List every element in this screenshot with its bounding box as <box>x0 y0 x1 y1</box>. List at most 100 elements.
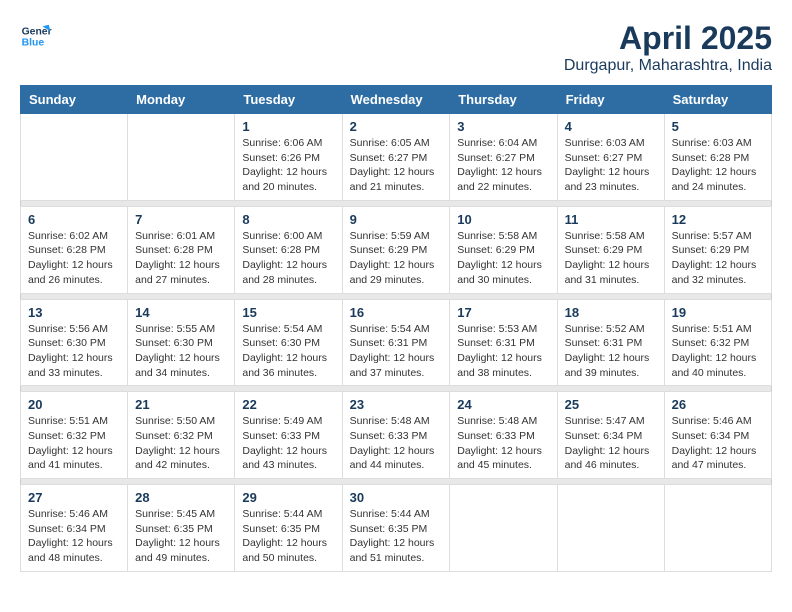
day-number: 29 <box>242 490 334 505</box>
calendar-cell: 25 Sunrise: 5:47 AMSunset: 6:34 PMDayligh… <box>557 392 664 479</box>
calendar-cell <box>557 485 664 572</box>
calendar-cell: 11Sunrise: 5:58 AMSunset: 6:29 PMDayligh… <box>557 206 664 293</box>
cell-info: Sunrise: 5:52 AMSunset: 6:31 PMDaylight:… <box>565 322 657 381</box>
cell-info: Sunrise: 5:50 AMSunset: 6:32 PMDaylight:… <box>135 414 227 473</box>
cell-info: Sunrise: 5:48 AMSunset: 6:33 PMDaylight:… <box>350 414 443 473</box>
calendar-cell: 23 Sunrise: 5:48 AMSunset: 6:33 PMDayligh… <box>342 392 450 479</box>
calendar-cell: 2Sunrise: 6:05 AMSunset: 6:27 PMDaylight… <box>342 114 450 201</box>
calendar-cell: 5 Sunrise: 6:03 AMSunset: 6:28 PMDaylight… <box>664 114 771 201</box>
calendar-cell: 28Sunrise: 5:45 AMSunset: 6:35 PMDayligh… <box>128 485 235 572</box>
calendar-week-row: 20Sunrise: 5:51 AMSunset: 6:32 PMDayligh… <box>21 392 772 479</box>
calendar-cell: 20Sunrise: 5:51 AMSunset: 6:32 PMDayligh… <box>21 392 128 479</box>
calendar-cell <box>664 485 771 572</box>
day-number: 4 <box>565 119 657 134</box>
calendar-cell: 30 Sunrise: 5:44 AMSunset: 6:35 PMDayligh… <box>342 485 450 572</box>
day-number: 16 <box>350 305 443 320</box>
cell-info: Sunrise: 5:54 AMSunset: 6:30 PMDaylight:… <box>242 322 334 381</box>
calendar-cell: 26 Sunrise: 5:46 AMSunset: 6:34 PMDayligh… <box>664 392 771 479</box>
cell-info: Sunrise: 5:57 AMSunset: 6:29 PMDaylight:… <box>672 229 764 288</box>
weekday-header-monday: Monday <box>128 86 235 114</box>
calendar-cell: 10 Sunrise: 5:58 AMSunset: 6:29 PMDayligh… <box>450 206 557 293</box>
calendar-cell: 1 Sunrise: 6:06 AMSunset: 6:26 PMDaylight… <box>235 114 342 201</box>
day-number: 19 <box>672 305 764 320</box>
calendar-week-row: 13Sunrise: 5:56 AMSunset: 6:30 PMDayligh… <box>21 299 772 386</box>
calendar-cell: 19 Sunrise: 5:51 AMSunset: 6:32 PMDayligh… <box>664 299 771 386</box>
weekday-header-wednesday: Wednesday <box>342 86 450 114</box>
calendar-cell: 13Sunrise: 5:56 AMSunset: 6:30 PMDayligh… <box>21 299 128 386</box>
calendar-cell: 22 Sunrise: 5:49 AMSunset: 6:33 PMDayligh… <box>235 392 342 479</box>
weekday-header-sunday: Sunday <box>21 86 128 114</box>
location-title: Durgapur, Maharashtra, India <box>564 57 772 75</box>
day-number: 8 <box>242 212 334 227</box>
day-number: 11 <box>565 212 657 227</box>
day-number: 15 <box>242 305 334 320</box>
day-number: 14 <box>135 305 227 320</box>
cell-info: Sunrise: 5:51 AMSunset: 6:32 PMDaylight:… <box>672 322 764 381</box>
cell-info: Sunrise: 5:54 AMSunset: 6:31 PMDaylight:… <box>350 322 443 381</box>
weekday-header-friday: Friday <box>557 86 664 114</box>
calendar-cell: 15 Sunrise: 5:54 AMSunset: 6:30 PMDayligh… <box>235 299 342 386</box>
cell-info: Sunrise: 5:56 AMSunset: 6:30 PMDaylight:… <box>28 322 120 381</box>
day-number: 23 <box>350 397 443 412</box>
month-title: April 2025 <box>564 20 772 57</box>
cell-info: Sunrise: 5:49 AMSunset: 6:33 PMDaylight:… <box>242 414 334 473</box>
cell-info: Sunrise: 6:05 AMSunset: 6:27 PMDaylight:… <box>350 136 443 195</box>
cell-info: Sunrise: 5:58 AMSunset: 6:29 PMDaylight:… <box>457 229 549 288</box>
cell-info: Sunrise: 6:01 AMSunset: 6:28 PMDaylight:… <box>135 229 227 288</box>
cell-info: Sunrise: 5:44 AMSunset: 6:35 PMDaylight:… <box>350 507 443 566</box>
header: General Blue April 2025 Durgapur, Mahara… <box>20 20 772 75</box>
cell-info: Sunrise: 5:46 AMSunset: 6:34 PMDaylight:… <box>672 414 764 473</box>
calendar-table: SundayMondayTuesdayWednesdayThursdayFrid… <box>20 85 772 572</box>
calendar-cell: 3Sunrise: 6:04 AMSunset: 6:27 PMDaylight… <box>450 114 557 201</box>
svg-text:Blue: Blue <box>22 38 45 49</box>
calendar-cell: 27 Sunrise: 5:46 AMSunset: 6:34 PMDayligh… <box>21 485 128 572</box>
calendar-cell: 6 Sunrise: 6:02 AMSunset: 6:28 PMDaylight… <box>21 206 128 293</box>
weekday-header-tuesday: Tuesday <box>235 86 342 114</box>
calendar-cell <box>128 114 235 201</box>
day-number: 27 <box>28 490 120 505</box>
calendar-cell: 14 Sunrise: 5:55 AMSunset: 6:30 PMDayligh… <box>128 299 235 386</box>
calendar-cell: 24 Sunrise: 5:48 AMSunset: 6:33 PMDayligh… <box>450 392 557 479</box>
weekday-header-row: SundayMondayTuesdayWednesdayThursdayFrid… <box>21 86 772 114</box>
calendar-cell: 18 Sunrise: 5:52 AMSunset: 6:31 PMDayligh… <box>557 299 664 386</box>
calendar-cell: 29 Sunrise: 5:44 AMSunset: 6:35 PMDayligh… <box>235 485 342 572</box>
day-number: 6 <box>28 212 120 227</box>
day-number: 12 <box>672 212 764 227</box>
calendar-cell: 17Sunrise: 5:53 AMSunset: 6:31 PMDayligh… <box>450 299 557 386</box>
cell-info: Sunrise: 6:06 AMSunset: 6:26 PMDaylight:… <box>242 136 334 195</box>
cell-info: Sunrise: 5:44 AMSunset: 6:35 PMDaylight:… <box>242 507 334 566</box>
day-number: 28 <box>135 490 227 505</box>
day-number: 24 <box>457 397 549 412</box>
day-number: 22 <box>242 397 334 412</box>
day-number: 20 <box>28 397 120 412</box>
calendar-cell <box>21 114 128 201</box>
day-number: 7 <box>135 212 227 227</box>
calendar-cell: 16 Sunrise: 5:54 AMSunset: 6:31 PMDayligh… <box>342 299 450 386</box>
calendar-cell: 12 Sunrise: 5:57 AMSunset: 6:29 PMDayligh… <box>664 206 771 293</box>
day-number: 18 <box>565 305 657 320</box>
calendar-cell: 21 Sunrise: 5:50 AMSunset: 6:32 PMDayligh… <box>128 392 235 479</box>
cell-info: Sunrise: 6:00 AMSunset: 6:28 PMDaylight:… <box>242 229 334 288</box>
calendar-week-row: 6 Sunrise: 6:02 AMSunset: 6:28 PMDaylight… <box>21 206 772 293</box>
cell-info: Sunrise: 6:02 AMSunset: 6:28 PMDaylight:… <box>28 229 120 288</box>
calendar-cell: 7 Sunrise: 6:01 AMSunset: 6:28 PMDaylight… <box>128 206 235 293</box>
cell-info: Sunrise: 6:04 AMSunset: 6:27 PMDaylight:… <box>457 136 549 195</box>
logo-icon: General Blue <box>20 20 52 52</box>
calendar-cell: 8 Sunrise: 6:00 AMSunset: 6:28 PMDaylight… <box>235 206 342 293</box>
calendar-cell: 4 Sunrise: 6:03 AMSunset: 6:27 PMDaylight… <box>557 114 664 201</box>
cell-info: Sunrise: 5:47 AMSunset: 6:34 PMDaylight:… <box>565 414 657 473</box>
day-number: 1 <box>242 119 334 134</box>
cell-info: Sunrise: 5:55 AMSunset: 6:30 PMDaylight:… <box>135 322 227 381</box>
cell-info: Sunrise: 6:03 AMSunset: 6:27 PMDaylight:… <box>565 136 657 195</box>
cell-info: Sunrise: 5:48 AMSunset: 6:33 PMDaylight:… <box>457 414 549 473</box>
day-number: 21 <box>135 397 227 412</box>
day-number: 5 <box>672 119 764 134</box>
day-number: 10 <box>457 212 549 227</box>
cell-info: Sunrise: 5:53 AMSunset: 6:31 PMDaylight:… <box>457 322 549 381</box>
cell-info: Sunrise: 6:03 AMSunset: 6:28 PMDaylight:… <box>672 136 764 195</box>
day-number: 30 <box>350 490 443 505</box>
cell-info: Sunrise: 5:46 AMSunset: 6:34 PMDaylight:… <box>28 507 120 566</box>
weekday-header-saturday: Saturday <box>664 86 771 114</box>
day-number: 26 <box>672 397 764 412</box>
day-number: 25 <box>565 397 657 412</box>
